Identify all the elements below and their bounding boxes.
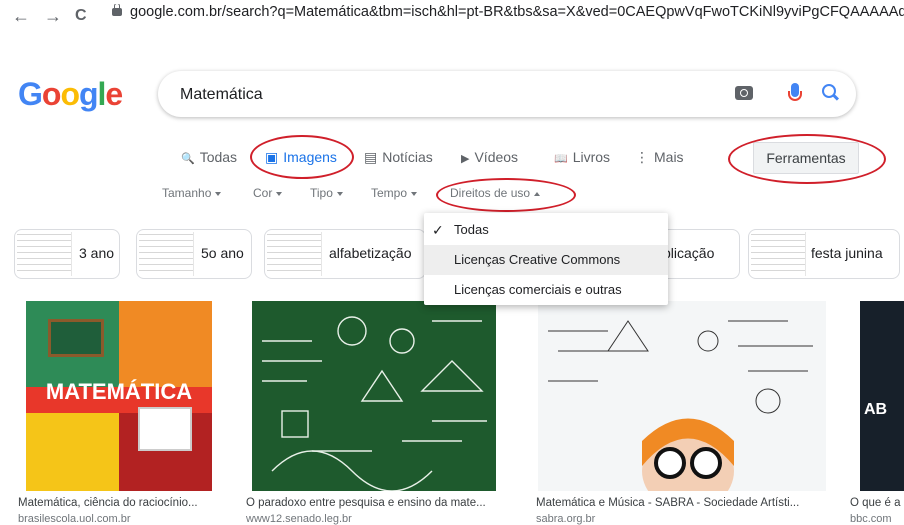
result-caption[interactable]: Matemática, ciência do raciocínio... — [18, 497, 198, 509]
tab-mais[interactable]: ⋮ Mais — [635, 149, 684, 166]
filter-tipo[interactable]: Tipo — [310, 186, 343, 200]
menu-item-creative-commons[interactable]: Licenças Creative Commons — [424, 245, 668, 275]
result-caption[interactable]: O paradoxo entre pesquisa e ensino da ma… — [246, 497, 486, 509]
result-caption[interactable]: O que é a — [850, 497, 901, 509]
usage-rights-menu: ✓ Todas Licenças Creative Commons Licença… — [424, 213, 668, 305]
news-icon: ▤ — [364, 149, 378, 165]
tab-videos[interactable]: ▶ Vídeos — [461, 149, 518, 165]
image-overlay-text: MATEMÁTICA — [45, 379, 193, 404]
filter-tamanho[interactable]: Tamanho — [162, 186, 222, 200]
tools-button[interactable]: Ferramentas — [753, 142, 859, 174]
lock-icon — [112, 4, 122, 16]
chip-festa-junina[interactable]: festa junina — [748, 229, 900, 279]
result-image[interactable] — [538, 301, 826, 491]
menu-item-comerciais[interactable]: Licenças comerciais e outras — [424, 275, 668, 305]
result-domain: bbc.com — [850, 513, 892, 525]
forward-button[interactable]: → — [44, 6, 62, 27]
filter-cor[interactable]: Cor — [253, 186, 283, 200]
filter-direitos-de-uso[interactable]: Direitos de uso — [450, 186, 541, 200]
more-icon: ⋮ — [635, 149, 649, 165]
chip-thumbnail — [751, 232, 806, 276]
chip-thumbnail — [267, 232, 322, 276]
google-logo[interactable]: Google — [18, 76, 123, 113]
tab-livros[interactable]: 📖 Livros — [554, 149, 610, 165]
menu-item-todas[interactable]: ✓ Todas — [424, 215, 668, 245]
result-image[interactable]: MATEMÁTICA — [26, 301, 212, 491]
search-box — [158, 71, 856, 117]
result-domain: sabra.org.br — [536, 513, 596, 525]
caret-down-icon — [215, 191, 222, 196]
caret-down-icon — [336, 191, 343, 196]
search-icon[interactable] — [822, 84, 836, 98]
caret-up-icon — [534, 191, 541, 196]
tab-noticias[interactable]: ▤ Notícias — [364, 149, 433, 166]
back-button[interactable]: ← — [12, 6, 30, 27]
tab-todas[interactable]: 🔍 Todas — [181, 149, 237, 165]
result-image[interactable]: AB — [860, 301, 904, 491]
reload-button[interactable]: C — [75, 7, 87, 25]
result-domain: brasilescola.uol.com.br — [18, 513, 131, 525]
girl-with-glasses-illustration — [548, 320, 813, 491]
check-icon: ✓ — [432, 222, 444, 238]
microphone-icon[interactable] — [788, 83, 802, 101]
chip-3-ano[interactable]: 3 ano — [14, 229, 120, 279]
caret-down-icon — [276, 191, 283, 196]
camera-icon[interactable] — [735, 86, 753, 100]
chip-thumbnail — [17, 232, 72, 276]
filter-tempo[interactable]: Tempo — [371, 186, 418, 200]
video-icon: ▶ — [461, 153, 470, 165]
image-overlay-text: AB — [864, 401, 888, 418]
result-caption[interactable]: Matemática e Música - SABRA - Sociedade … — [536, 497, 799, 509]
book-icon: 📖 — [554, 153, 568, 165]
url-text: google.com.br/search?q=Matemática&tbm=is… — [130, 4, 904, 20]
image-icon: ▣ — [265, 149, 279, 165]
address-bar[interactable]: google.com.br/search?q=Matemática&tbm=is… — [112, 4, 904, 30]
chip-thumbnail — [139, 232, 194, 276]
chip-5o-ano[interactable]: 5o ano — [136, 229, 252, 279]
caret-down-icon — [411, 191, 418, 196]
formula-illustration — [262, 316, 487, 491]
chip-alfabetizacao[interactable]: alfabetização — [264, 229, 426, 279]
search-input[interactable] — [178, 85, 682, 105]
tab-imagens[interactable]: ▣ Imagens — [265, 149, 337, 166]
search-icon: 🔍 — [181, 153, 195, 165]
result-domain: www12.senado.leg.br — [246, 513, 352, 525]
result-image[interactable] — [252, 301, 496, 491]
